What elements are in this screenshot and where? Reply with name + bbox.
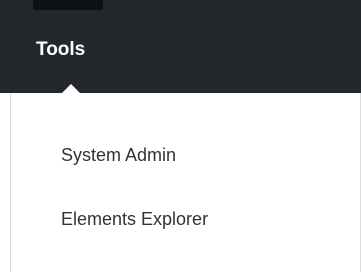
- menu-item-system-admin[interactable]: System Admin: [61, 143, 176, 167]
- page: Tools System Admin Elements Explorer: [0, 0, 361, 272]
- menu-item-elements-explorer[interactable]: Elements Explorer: [61, 207, 208, 231]
- active-tab-indicator: [33, 0, 103, 10]
- top-navigation-bar: Tools: [0, 0, 361, 93]
- tools-menu-button[interactable]: Tools: [36, 37, 85, 63]
- tools-dropdown-menu: System Admin Elements Explorer: [10, 93, 361, 272]
